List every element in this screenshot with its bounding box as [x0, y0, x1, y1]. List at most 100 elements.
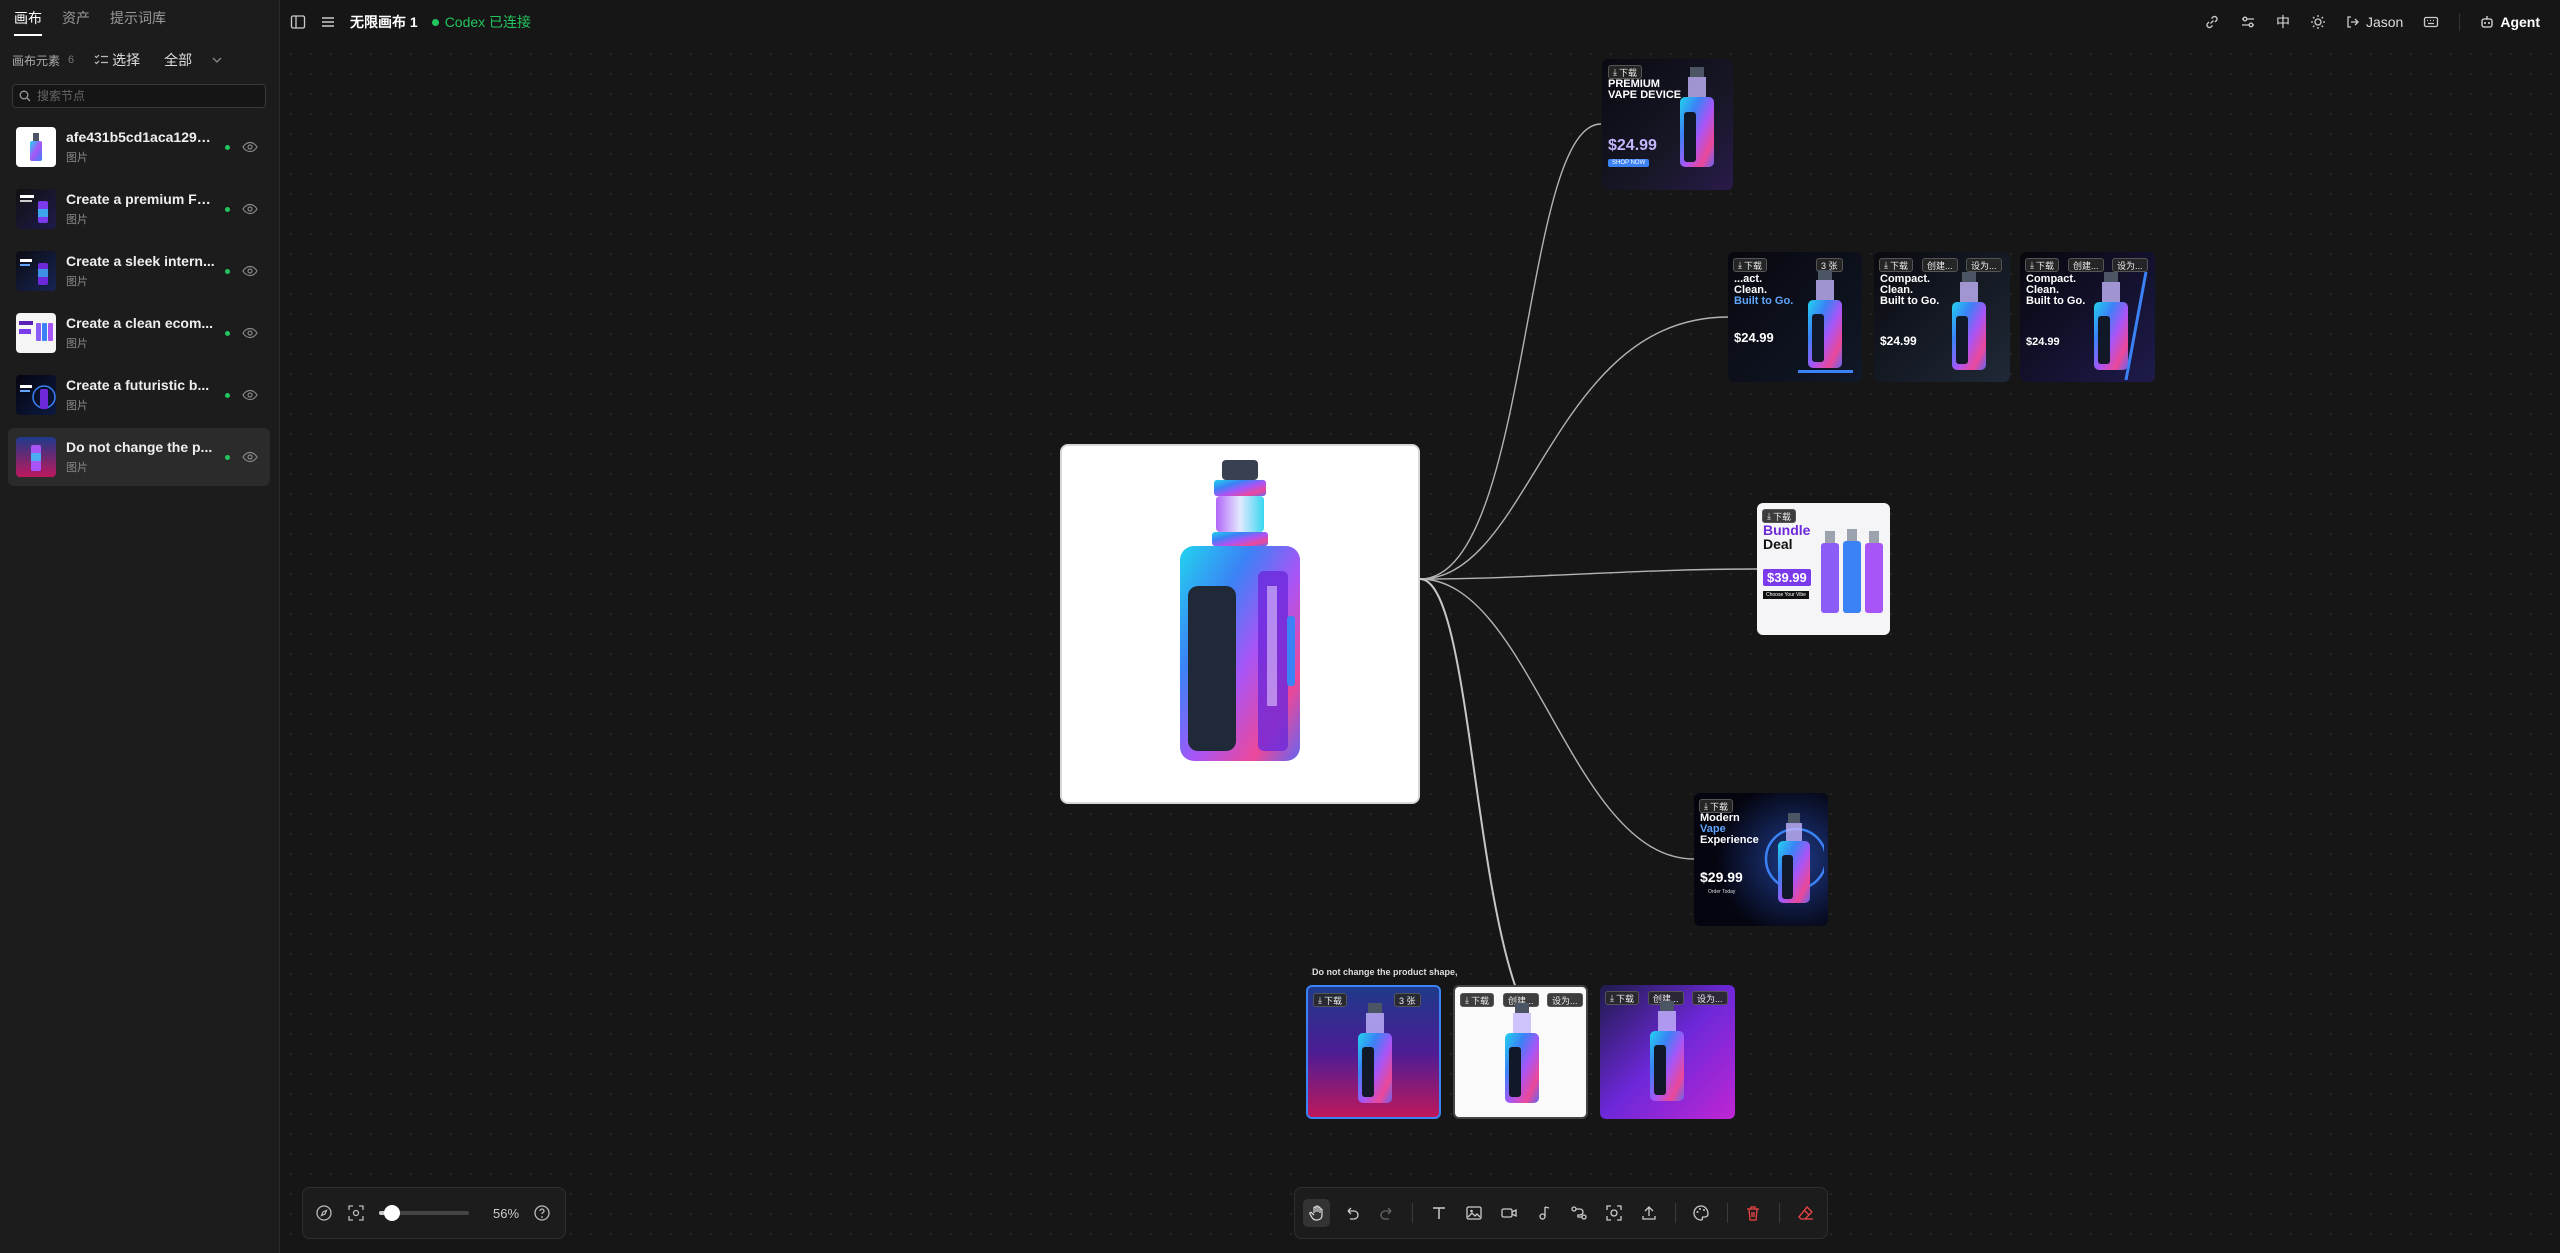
chevron-down-icon[interactable]: [212, 56, 222, 64]
set-as-button[interactable]: 设为...: [1547, 993, 1583, 1007]
download-button[interactable]: ⤓ 下载: [1879, 258, 1913, 272]
search-box: [12, 84, 266, 108]
generated-card-premium[interactable]: ⤓ 下载 PREMIUM VAPE DEVICE $24.99 SHOP NOW: [1602, 59, 1733, 190]
set-as-button[interactable]: 设为...: [2112, 258, 2148, 272]
generated-card-white[interactable]: ⤓ 下载 创建... 设为...: [1453, 985, 1588, 1119]
user-menu[interactable]: Jason: [2346, 14, 2403, 30]
sidebar-toggle-icon[interactable]: [290, 14, 306, 30]
redo-icon[interactable]: [1373, 1199, 1400, 1227]
image-icon[interactable]: [1460, 1199, 1487, 1227]
sun-icon[interactable]: [2310, 14, 2326, 30]
source-image-node[interactable]: [1060, 444, 1420, 804]
layer-list: afe431b5cd1aca1296... 图片 Create a premium…: [8, 118, 270, 490]
agent-button[interactable]: Agent: [2480, 14, 2540, 30]
card-cta: SHOP NOW: [1608, 159, 1650, 167]
layer-name: Create a clean ecom...: [66, 315, 214, 331]
zoom-slider-knob[interactable]: [383, 1205, 400, 1221]
settings-sliders-icon[interactable]: [2240, 14, 2256, 30]
product-image: [1798, 270, 1853, 373]
video-icon[interactable]: [1495, 1199, 1522, 1227]
eye-icon[interactable]: [242, 201, 258, 217]
eye-icon[interactable]: [242, 325, 258, 341]
text-icon[interactable]: [1425, 1199, 1452, 1227]
connect-icon[interactable]: [1566, 1199, 1593, 1227]
create-button[interactable]: 创建...: [2068, 258, 2104, 272]
card-headline: PREMIUM VAPE DEVICE: [1608, 78, 1682, 101]
compass-icon[interactable]: [315, 1204, 333, 1222]
eye-icon[interactable]: [242, 449, 258, 465]
layer-type: 图片: [66, 338, 88, 350]
help-icon[interactable]: [533, 1204, 551, 1222]
tab-prompt-library[interactable]: 提示词库: [110, 8, 166, 36]
divider: [1779, 1203, 1780, 1223]
search-input[interactable]: [37, 89, 257, 103]
generated-card-neon-2[interactable]: ⤓ 下载 创建... 设为...: [1600, 985, 1735, 1119]
infinite-canvas[interactable]: doingfb: [281, 44, 2560, 1253]
generated-card-compact-2[interactable]: ⤓ 下载 创建... 设为... Compact. Clean. Built to …: [1874, 252, 2010, 382]
eye-icon[interactable]: [242, 387, 258, 403]
download-button[interactable]: ⤓ 下载: [2025, 258, 2059, 272]
product-image: [2094, 272, 2148, 380]
status-dot: [225, 207, 230, 212]
eye-icon[interactable]: [242, 139, 258, 155]
screenshot-icon[interactable]: [1601, 1199, 1628, 1227]
elements-count: 6: [68, 54, 75, 66]
generated-card-compact-3[interactable]: ⤓ 下载 创建... 设为... Compact. Clean. Built to …: [2020, 252, 2155, 382]
card-headline: Modern Vape Experience: [1700, 812, 1759, 846]
download-button[interactable]: ⤓ 下载: [1733, 258, 1767, 272]
filter-dropdown[interactable]: 全部: [164, 50, 192, 70]
layer-item-2[interactable]: Create a premium Fa... 图片: [8, 180, 270, 238]
search-icon: [19, 90, 31, 102]
link-icon[interactable]: [2204, 14, 2220, 30]
layer-thumbnail: [16, 189, 56, 229]
layer-item-5[interactable]: Create a futuristic b... 图片: [8, 366, 270, 424]
audio-icon[interactable]: [1531, 1199, 1558, 1227]
generated-card-neon-1[interactable]: ⤓ 下载 3 张: [1306, 985, 1441, 1119]
generated-card-bundle[interactable]: ⤓ 下载 Bundle Deal $39.99 Choose Your Vibe: [1757, 503, 1890, 635]
eye-icon[interactable]: [242, 263, 258, 279]
layer-item-3[interactable]: Create a sleek intern... 图片: [8, 242, 270, 300]
create-button[interactable]: 创建...: [1922, 258, 1958, 272]
download-button[interactable]: ⤓ 下载: [1699, 799, 1733, 813]
eraser-icon[interactable]: [1792, 1199, 1819, 1227]
divider: [1412, 1203, 1414, 1223]
generated-card-compact-1[interactable]: ⤓ 下载 3 张 ...act. Clean. Built to Go. $24.9…: [1728, 252, 1862, 382]
layer-thumbnail: [16, 313, 56, 353]
set-as-button[interactable]: 设为...: [1692, 991, 1728, 1005]
download-button[interactable]: ⤓ 下载: [1313, 993, 1347, 1007]
create-label: 创建...: [2073, 260, 2099, 271]
download-label: 下载: [1709, 801, 1728, 812]
tab-canvas[interactable]: 画布: [14, 8, 42, 36]
sidebar: 画布 资产 提示词库 画布元素 6 选择 全部 搜索节点 afe431b5cd1…: [0, 0, 280, 1253]
fit-screen-icon[interactable]: [347, 1204, 365, 1222]
zoom-slider[interactable]: [379, 1205, 469, 1221]
menu-icon[interactable]: [320, 14, 336, 30]
tab-assets[interactable]: 资产: [62, 8, 90, 36]
layer-item-6[interactable]: Do not change the p... 图片: [8, 428, 270, 486]
layer-item-4[interactable]: Create a clean ecom... 图片: [8, 304, 270, 362]
create-label: 创建...: [1927, 260, 1953, 271]
generated-card-modern[interactable]: ⤓ 下载 Modern Vape Experience $29.99 Order T…: [1694, 793, 1828, 926]
download-label: 下载: [1323, 995, 1342, 1006]
layer-item-1[interactable]: afe431b5cd1aca1296... 图片: [8, 118, 270, 176]
set-as-label: 设为...: [1697, 993, 1723, 1004]
canvas-title[interactable]: 无限画布 1: [350, 12, 418, 32]
download-label: 下载: [1615, 993, 1634, 1004]
language-toggle[interactable]: 中: [2276, 12, 2290, 32]
delete-icon[interactable]: [1740, 1199, 1767, 1227]
download-button[interactable]: ⤓ 下载: [1762, 509, 1796, 523]
download-button[interactable]: ⤓ 下载: [1460, 993, 1494, 1007]
undo-icon[interactable]: [1338, 1199, 1365, 1227]
hand-icon[interactable]: [1303, 1199, 1331, 1227]
layer-name: Create a sleek intern...: [66, 253, 215, 269]
upload-icon[interactable]: [1636, 1199, 1663, 1227]
connection-status: Codex 已连接: [431, 12, 532, 32]
select-button[interactable]: 选择: [94, 50, 140, 70]
download-button[interactable]: ⤓ 下载: [1608, 65, 1642, 79]
set-as-button[interactable]: 设为...: [1966, 258, 2002, 272]
keyboard-icon[interactable]: [2423, 14, 2439, 30]
card-cta: Order Today: [1708, 889, 1736, 895]
download-button[interactable]: ⤓ 下载: [1605, 991, 1639, 1005]
palette-icon[interactable]: [1688, 1199, 1715, 1227]
status-text: Codex 已连接: [444, 14, 532, 30]
